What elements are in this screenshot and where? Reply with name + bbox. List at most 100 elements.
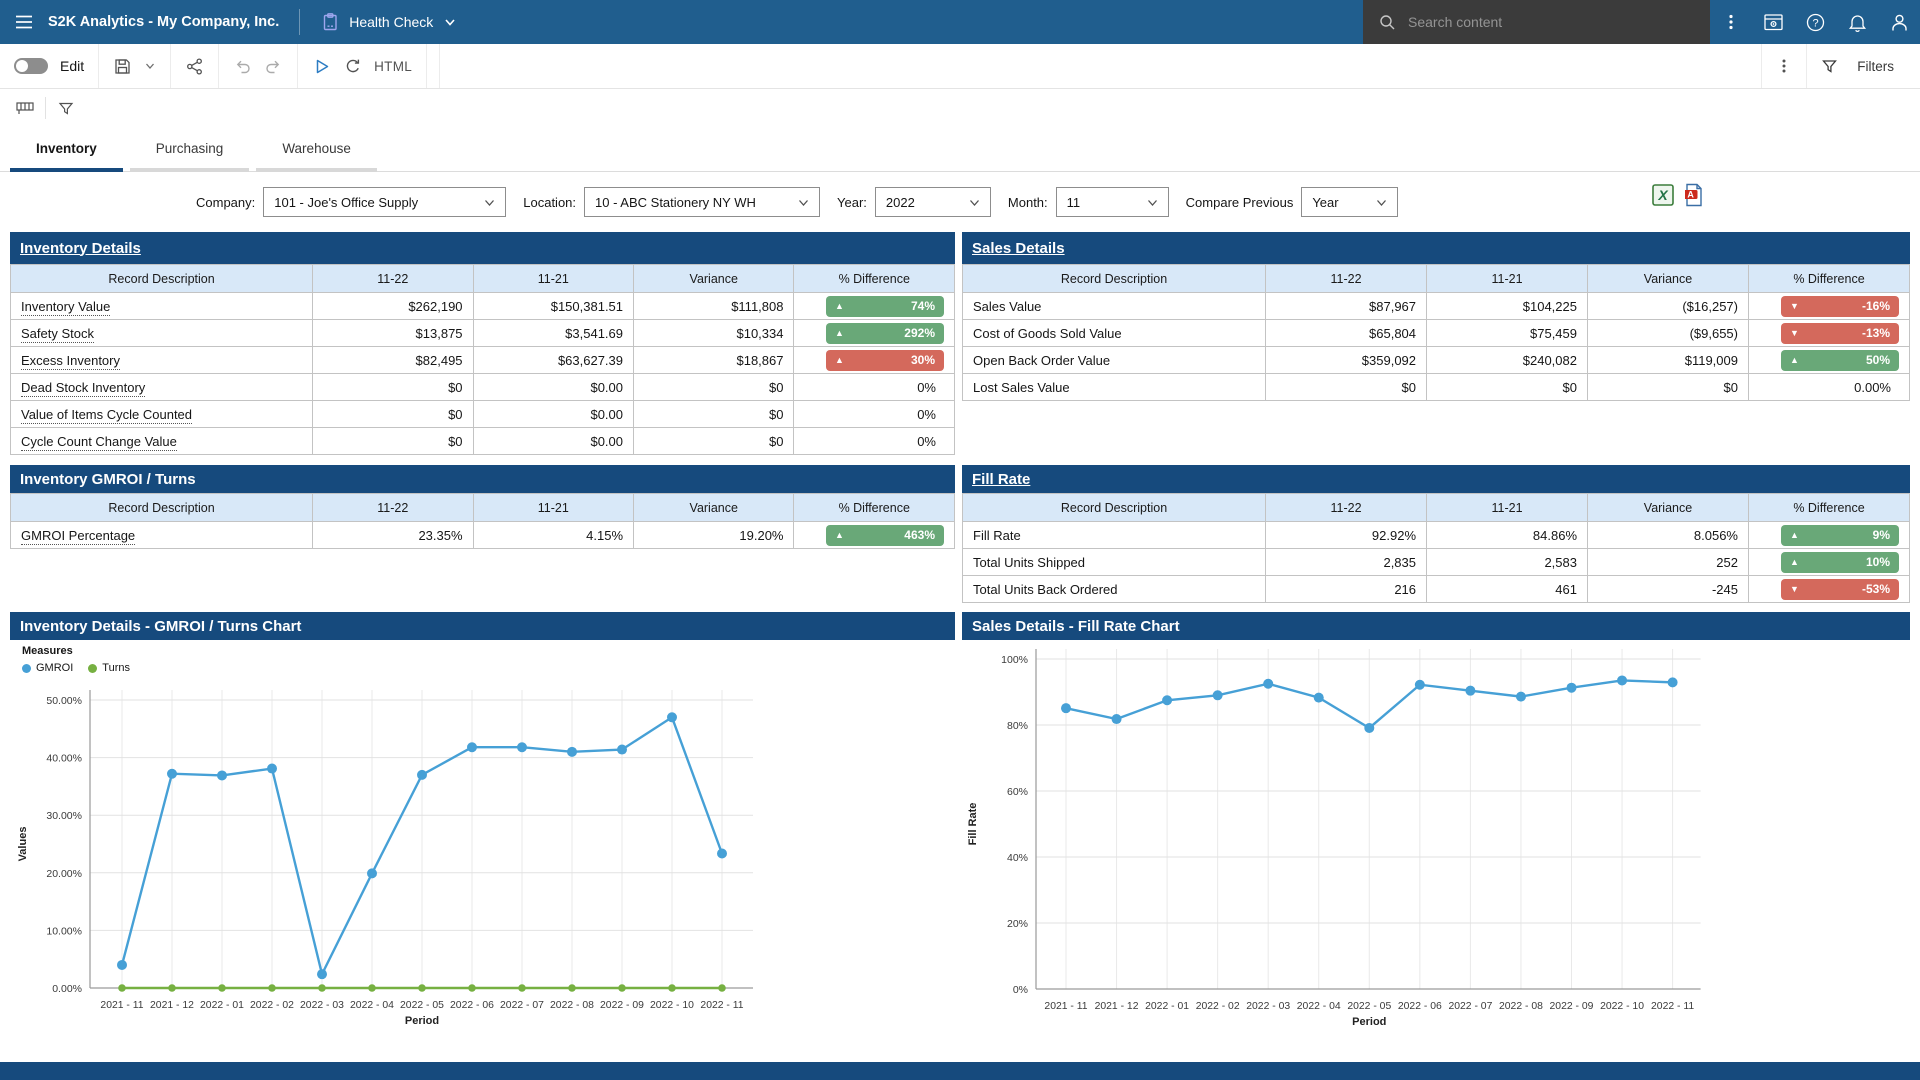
company-label: Company: (196, 195, 255, 210)
column-header: 11-22 (313, 494, 473, 522)
value-cell: $0 (634, 428, 794, 455)
inventory-details-band: Inventory Details (10, 232, 955, 264)
tab-purchasing[interactable]: Purchasing (130, 128, 250, 172)
svg-text:20%: 20% (1007, 918, 1028, 930)
data-table-widget-icon[interactable] (8, 90, 42, 126)
clipboard-report-icon (320, 12, 340, 32)
gmroi-dot-icon (22, 664, 31, 673)
legend-item-gmroi[interactable]: GMROI (22, 662, 73, 674)
html-view-button[interactable]: HTML (374, 59, 412, 74)
sales-details-table: Record Description11-2211-21Variance% Di… (962, 264, 1910, 401)
svg-text:100%: 100% (1001, 654, 1028, 666)
value-cell: ($9,655) (1588, 320, 1749, 347)
svg-text:2022 - 10: 2022 - 10 (650, 1000, 694, 1011)
gmroi-turns-plot: 0.00%10.00%20.00%30.00%40.00%50.00%2021 … (10, 640, 955, 1050)
compare-previous-select[interactable]: Year (1301, 187, 1398, 217)
overflow-kebab-icon[interactable] (1710, 0, 1752, 44)
sales-details-title-link[interactable]: Sales Details (972, 240, 1065, 257)
gmroi-chart-band: Inventory Details - GMROI / Turns Chart (10, 612, 955, 640)
svg-text:60%: 60% (1007, 786, 1028, 798)
record-label[interactable]: Value of Items Cycle Counted (21, 407, 192, 424)
svg-text:X: X (1657, 187, 1669, 203)
topbar-divider (299, 9, 300, 35)
column-header: 11-21 (473, 265, 633, 293)
page-filter-funnel-icon[interactable] (49, 90, 83, 126)
column-header: % Difference (794, 494, 955, 522)
record-label[interactable]: Inventory Value (21, 299, 110, 316)
toolbar-kebab-icon[interactable] (1776, 57, 1792, 75)
value-cell: $63,627.39 (473, 347, 633, 374)
value-cell: 252 (1588, 549, 1749, 576)
edit-toggle[interactable] (14, 58, 48, 74)
value-cell: $0 (313, 401, 473, 428)
column-header: Variance (634, 265, 794, 293)
save-button[interactable] (113, 57, 132, 76)
app-title: S2K Analytics - My Company, Inc. (48, 14, 279, 30)
svg-text:0%: 0% (1013, 984, 1028, 996)
table-row: Fill Rate92.92%84.86%8.056%▲9% (963, 522, 1910, 549)
refresh-button[interactable] (343, 57, 362, 76)
search-placeholder: Search content (1408, 14, 1502, 30)
pdf-export-icon[interactable]: A (1683, 183, 1705, 207)
filters-button[interactable]: Filters (1807, 44, 1920, 88)
search-input[interactable]: Search content (1363, 0, 1710, 44)
column-header: Variance (1588, 494, 1749, 522)
record-label[interactable]: Excess Inventory (21, 353, 120, 370)
svg-text:2021 - 12: 2021 - 12 (150, 1000, 194, 1011)
report-name[interactable]: Health Check (349, 14, 433, 30)
month-select[interactable]: 11 (1056, 187, 1169, 217)
value-cell: $3,541.69 (473, 320, 633, 347)
legend-item-turns[interactable]: Turns (88, 662, 130, 674)
preview-window-eye-icon[interactable] (1752, 0, 1794, 44)
tab-inventory[interactable]: Inventory (10, 128, 123, 172)
run-play-button[interactable] (312, 57, 331, 76)
report-switcher[interactable]: Health Check (320, 12, 458, 32)
record-label[interactable]: Safety Stock (21, 326, 94, 343)
share-button[interactable] (185, 57, 204, 76)
table-row: Inventory Value$262,190$150,381.51$111,8… (11, 293, 955, 320)
svg-text:Period: Period (405, 1015, 439, 1027)
value-cell: $65,804 (1266, 320, 1427, 347)
value-cell: $0 (1427, 374, 1588, 401)
company-select[interactable]: 101 - Joe's Office Supply (263, 187, 506, 217)
svg-text:Fill Rate: Fill Rate (967, 803, 979, 846)
tools-divider (45, 97, 46, 119)
value-cell: $0 (313, 374, 473, 401)
turns-dot-icon (88, 664, 97, 673)
user-account-icon[interactable] (1878, 0, 1920, 44)
undo-button[interactable] (233, 57, 252, 76)
value-cell: $87,967 (1266, 293, 1427, 320)
fill-rate-title-link[interactable]: Fill Rate (972, 471, 1030, 488)
sales-details-band: Sales Details (962, 232, 1910, 264)
value-cell: 461 (1427, 576, 1588, 603)
svg-text:2022 - 02: 2022 - 02 (250, 1000, 294, 1011)
excel-export-icon[interactable]: X (1652, 184, 1674, 206)
record-label[interactable]: GMROI Percentage (21, 528, 135, 545)
redo-button[interactable] (264, 57, 283, 76)
notifications-bell-icon[interactable] (1836, 0, 1878, 44)
table-row: Sales Value$87,967$104,225($16,257)▼-16% (963, 293, 1910, 320)
save-options-chevron-icon[interactable] (144, 60, 156, 72)
record-label[interactable]: Cycle Count Change Value (21, 434, 177, 451)
table-row: Cycle Count Change Value$0$0.00$00% (11, 428, 955, 455)
value-cell: $104,225 (1427, 293, 1588, 320)
tab-warehouse[interactable]: Warehouse (256, 128, 377, 172)
chevron-down-icon[interactable] (442, 14, 458, 30)
gmroi-title: Inventory GMROI / Turns (20, 471, 196, 488)
year-select[interactable]: 2022 (875, 187, 991, 217)
page-tabs: Inventory Purchasing Warehouse (0, 128, 1920, 172)
record-label[interactable]: Dead Stock Inventory (21, 380, 145, 397)
inventory-details-title-link[interactable]: Inventory Details (20, 240, 141, 257)
location-select[interactable]: 10 - ABC Stationery NY WH (584, 187, 820, 217)
value-cell: $0.00 (473, 374, 633, 401)
help-icon[interactable]: ? (1794, 0, 1836, 44)
value-cell: $75,459 (1427, 320, 1588, 347)
svg-text:2022 - 11: 2022 - 11 (1651, 1001, 1694, 1012)
svg-text:2021 - 11: 2021 - 11 (100, 1000, 143, 1011)
arrow-up-icon: ▲ (835, 302, 844, 311)
svg-text:40%: 40% (1007, 852, 1028, 864)
pct-diff-badge: ▼-16% (1781, 296, 1899, 317)
svg-text:Values: Values (17, 827, 29, 862)
hamburger-menu-icon[interactable] (0, 0, 48, 44)
pct-diff-value: 0% (917, 434, 944, 449)
